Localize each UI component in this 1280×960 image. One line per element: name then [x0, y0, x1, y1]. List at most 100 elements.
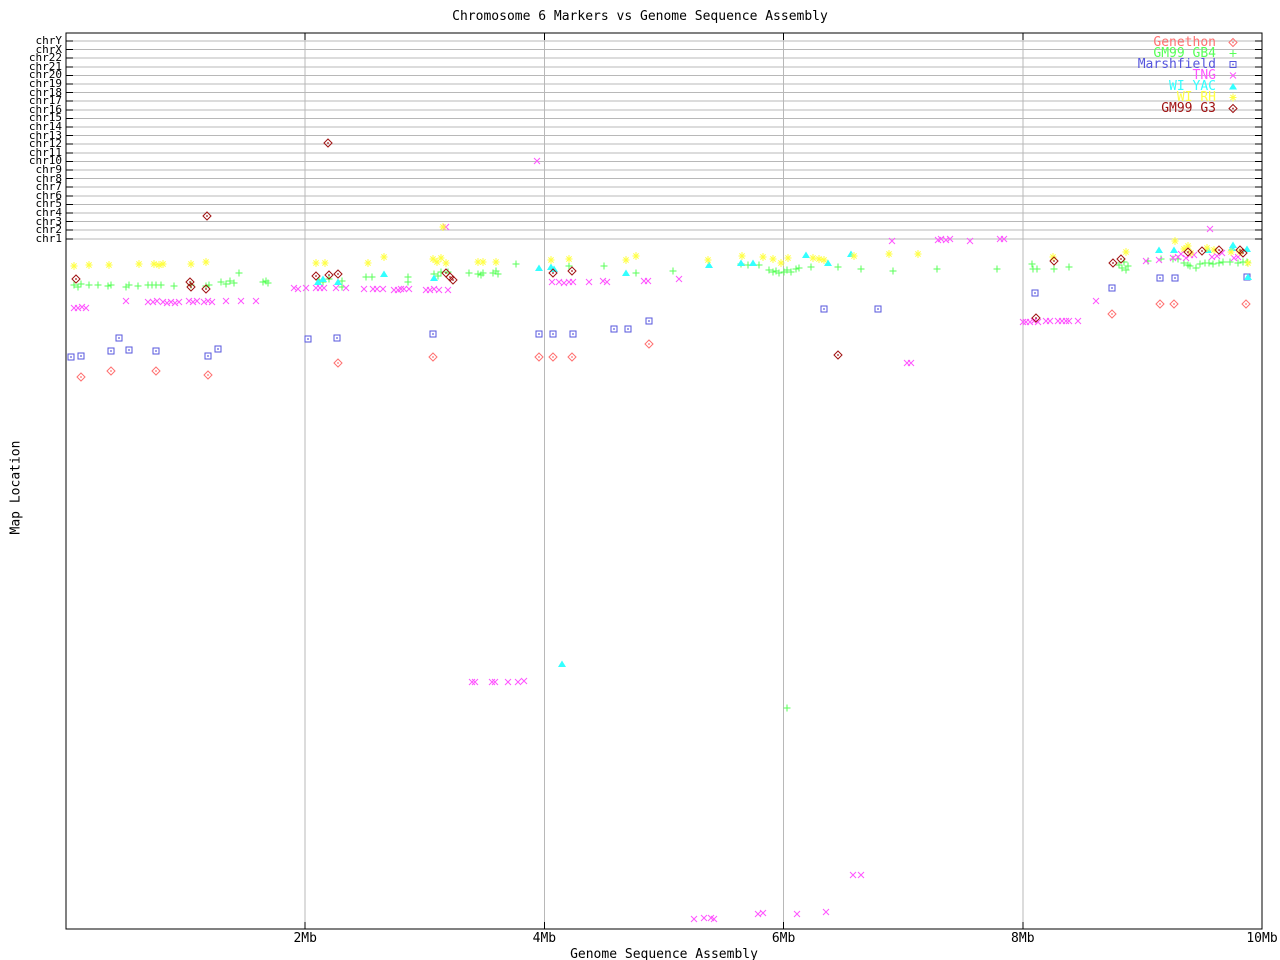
legend-symbol-gm99-gb4 — [1229, 49, 1237, 57]
point-gm99-gb4 — [993, 265, 1001, 273]
point-wi-rh — [914, 250, 922, 258]
point-tng — [603, 278, 611, 286]
point-gm99-gb4 — [1219, 258, 1227, 266]
point-tng — [822, 908, 830, 916]
point-tng — [149, 298, 157, 306]
point-tng — [193, 297, 201, 305]
point-wi-rh — [1171, 237, 1179, 245]
point-gm99-gb4 — [404, 278, 412, 286]
legend-marker-genethon — [1228, 37, 1238, 47]
point-tng — [1074, 317, 1082, 325]
point-gm99-gb4 — [1028, 260, 1036, 268]
point-tng — [857, 871, 865, 879]
point-tng — [599, 277, 607, 285]
legend-symbol-gm99-g3 — [1228, 103, 1238, 113]
point-wi-yac — [1155, 246, 1163, 253]
point-wi-yac — [749, 259, 757, 266]
point-wi-yac — [737, 259, 745, 266]
legend-marker-gm99-gb4 — [1229, 49, 1237, 57]
point-wi-rh — [135, 260, 143, 268]
point-tng — [444, 286, 452, 294]
plot-area — [65, 32, 1263, 930]
point-gm99-gb4 — [235, 269, 243, 277]
point-wi-rh — [85, 261, 93, 269]
point-gm99-gb4 — [474, 270, 482, 278]
point-tng — [163, 299, 171, 307]
point-gm99-gb4 — [857, 265, 865, 273]
point-marshfield — [1171, 274, 1179, 282]
point-marshfield — [1031, 289, 1039, 297]
legend-symbol-marshfield — [1229, 60, 1237, 68]
point-marshfield — [214, 345, 222, 353]
point-genethon — [151, 366, 161, 376]
point-gm99-gb4 — [783, 704, 791, 712]
point-tng — [185, 297, 193, 305]
point-tng — [907, 359, 915, 367]
point-tng — [1026, 318, 1034, 326]
point-wi-yac — [558, 660, 566, 667]
x-tick-label-8Mb: 8Mb — [1011, 931, 1035, 946]
point-gm99-gb4 — [834, 263, 842, 271]
point-tng — [849, 871, 857, 879]
point-marshfield — [820, 305, 828, 313]
point-tng — [942, 236, 950, 244]
point-genethon — [1169, 299, 1179, 309]
point-gm99-gb4 — [1205, 259, 1213, 267]
point-tng — [644, 277, 652, 285]
point-marshfield — [107, 347, 115, 355]
point-tng — [379, 285, 387, 293]
point-tng — [405, 285, 413, 293]
point-marshfield — [115, 334, 123, 342]
point-gm99-gb4 — [1033, 265, 1041, 273]
point-wi-yac — [334, 278, 342, 285]
point-genethon — [106, 366, 116, 376]
chart-root: Chromosome 6 Markers vs Genome Sequence … — [0, 0, 1280, 960]
point-tng — [690, 915, 698, 923]
point-tng — [200, 298, 208, 306]
plot-border — [65, 32, 1263, 930]
point-gm99-gb4 — [600, 262, 608, 270]
point-genethon — [76, 372, 86, 382]
point-tng — [294, 285, 302, 293]
point-tng — [153, 297, 161, 305]
x-tick-label-6Mb: 6Mb — [771, 931, 796, 946]
point-gm99-gb4 — [889, 267, 897, 275]
point-tng — [1206, 225, 1214, 233]
point-marshfield — [549, 330, 557, 338]
legend-marker-marshfield — [1229, 60, 1237, 68]
point-marshfield — [569, 330, 577, 338]
point-wi-yac — [380, 270, 388, 277]
point-wi-rh — [479, 258, 487, 266]
point-genethon — [644, 339, 654, 349]
point-tng — [585, 278, 593, 286]
point-tng — [122, 297, 130, 305]
point-tng — [78, 303, 86, 311]
point-wi-yac — [535, 264, 543, 271]
point-wi-yac — [622, 269, 630, 276]
point-gm99-g3 — [1108, 258, 1118, 268]
point-tng — [504, 678, 512, 686]
point-wi-rh — [738, 252, 746, 260]
point-wi-rh — [632, 252, 640, 260]
point-tng — [468, 678, 476, 686]
point-wi-rh — [815, 255, 823, 263]
point-wi-rh — [321, 259, 329, 267]
point-tng — [1208, 253, 1216, 261]
point-marshfield — [152, 347, 160, 355]
point-gm99-gb4 — [1192, 264, 1200, 272]
point-tng — [175, 298, 183, 306]
point-genethon — [1241, 299, 1251, 309]
point-gm99-gb4 — [104, 282, 112, 290]
point-tng — [1062, 317, 1070, 325]
point-gm99-gb4 — [933, 265, 941, 273]
point-wi-rh — [809, 254, 817, 262]
point-gm99-g3 — [323, 138, 333, 148]
legend-marker-gm99-g3 — [1228, 103, 1238, 113]
point-marshfield — [125, 346, 133, 354]
point-wi-rh — [759, 253, 767, 261]
point-wi-rh — [769, 255, 777, 263]
point-marshfield — [77, 352, 85, 360]
point-gm99-gb4 — [134, 282, 142, 290]
legend-symbol-wi-rh — [1229, 93, 1237, 101]
point-tng — [290, 284, 298, 292]
